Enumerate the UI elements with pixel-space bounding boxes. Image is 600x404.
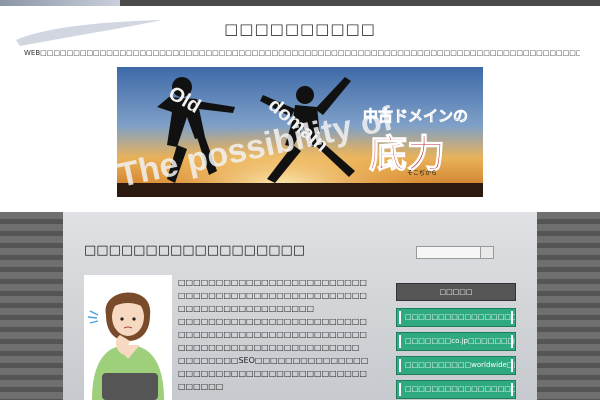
- sidebar-menu-item[interactable]: □□□□□□□□□□worldwide□□□: [396, 356, 516, 375]
- left-stripes: [0, 212, 63, 400]
- sidebar-menu-heading: □□□□□: [396, 283, 516, 301]
- search-input[interactable]: [416, 246, 494, 259]
- sidebar-menu-item[interactable]: □□□□□□□co.jp□□□□□□□□□□: [396, 332, 516, 351]
- post-body: □□□□□□□□□□□□□□□□□□□□□□□□□□□□□□□□□□□□□□□□…: [178, 276, 370, 393]
- site-tagline: WEB□□□□□□□□□□□□□□□□□□□□□□□□□□□□□□□□□□□□□…: [24, 49, 580, 57]
- post-title[interactable]: □□□□□□□□□□□□□□□□□□: [84, 243, 305, 258]
- banner-jp-ruby: そこぢから: [407, 169, 437, 177]
- site-title[interactable]: □□□□□□□□□□: [0, 20, 600, 38]
- post-paragraph: □□□□□□□□SEO□□□□□□□□□□□□□□□□□□□□□□□□□□□□□…: [178, 356, 369, 391]
- post-paragraph: □□□□□□□□□□□□□□□□□□□□□□□□□□□□□□□□□□□□□□□□…: [178, 278, 367, 313]
- sidebar-menu-item[interactable]: □□□□□□□□□□□□□□□□□□□□□□□: [396, 380, 516, 399]
- sidebar-menu-item[interactable]: □□□□□□□□□□□□□□□□□□□□□□: [396, 308, 516, 327]
- right-stripes: [537, 212, 600, 400]
- search-button[interactable]: [480, 247, 493, 258]
- woman-illustration: [84, 275, 172, 400]
- post-paragraph: □□□□□□□□□□□□□□□□□□□□□□□□□□□□□□□□□□□□□□□□…: [178, 317, 367, 352]
- top-bar-accent: [0, 0, 120, 6]
- header-banner-image: The possibility of Old domain 中古ドメインの 底力…: [117, 67, 483, 197]
- banner-jp-line: 中古ドメインの: [363, 107, 468, 125]
